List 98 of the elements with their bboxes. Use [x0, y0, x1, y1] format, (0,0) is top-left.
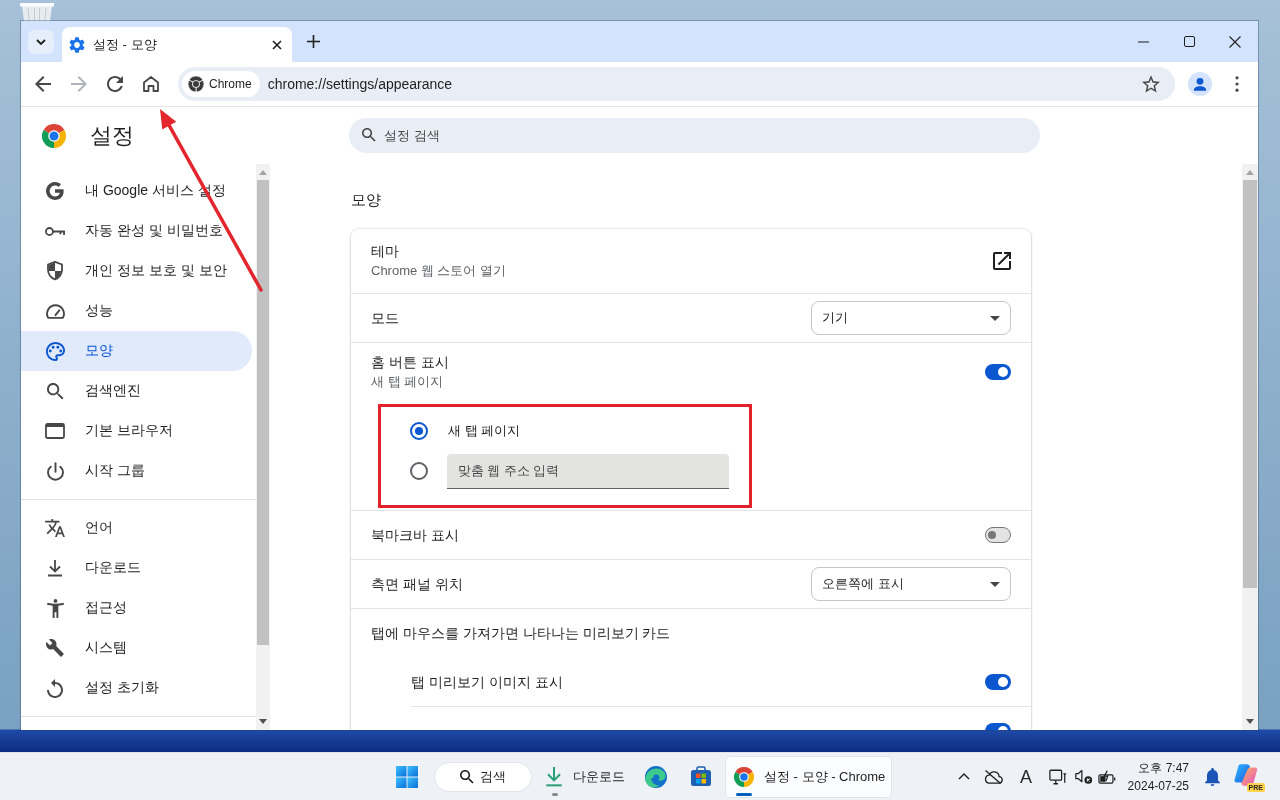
search-icon: [460, 769, 474, 784]
sidebar-item[interactable]: 기본 브라우저: [21, 411, 252, 451]
windows-logo-icon: [396, 765, 418, 788]
taskbar-app[interactable]: 다운로드: [537, 756, 631, 797]
home-icon: [143, 76, 159, 92]
browser-tab[interactable]: 설정 - 모양: [62, 27, 292, 62]
scroll-down-icon[interactable]: [259, 719, 267, 724]
copilot-icon: [1234, 763, 1258, 786]
download-arrow-icon: [545, 766, 563, 787]
setting-description: 새 탭 페이지: [371, 373, 444, 391]
chrome-logo-icon: [734, 766, 754, 787]
star-icon: [1142, 75, 1160, 93]
chevron-up-icon[interactable]: [958, 773, 970, 780]
site-chip[interactable]: Chrome: [182, 71, 260, 97]
tab-search-button[interactable]: [28, 29, 54, 54]
edge-icon: [645, 765, 667, 788]
setting-label: 측면 패널 위치: [371, 575, 463, 594]
setting-label: 홈 버튼 표시: [371, 353, 449, 372]
clock-time[interactable]: 오후 7:47: [1138, 758, 1189, 777]
section-heading: 모양: [351, 190, 381, 210]
search-field[interactable]: 설정 검색: [349, 118, 1040, 153]
sidebar-item[interactable]: 개인 정보 보호 및 보안: [21, 251, 252, 291]
sidebar-item[interactable]: 언어: [21, 508, 252, 548]
recycle-bin-icon: [19, 3, 55, 21]
setting-label: 모드: [371, 309, 399, 328]
wrench-icon: [46, 639, 64, 657]
minimize-icon: [1137, 40, 1149, 43]
toggle-switch[interactable]: [985, 527, 1011, 543]
caret-down-icon: [990, 581, 1000, 587]
close-icon: [272, 39, 282, 50]
avatar-icon: [1188, 72, 1212, 96]
taskbar-search[interactable]: 검색: [434, 761, 532, 792]
chrome-logo-icon: [188, 76, 204, 92]
close-icon: [1229, 35, 1241, 48]
profile-button[interactable]: [1188, 72, 1212, 96]
scroll-down-icon[interactable]: [1246, 719, 1254, 724]
sidebar-item[interactable]: 자동 완성 및 비밀번호: [21, 211, 252, 251]
battery-icon[interactable]: [1098, 769, 1117, 784]
bell-icon[interactable]: [1205, 767, 1220, 786]
external-link-icon[interactable]: [993, 252, 1011, 270]
input-mode-indicator[interactable]: A: [1020, 766, 1032, 787]
accessibility-icon: [46, 598, 64, 618]
search-icon: [46, 382, 64, 400]
caret-down-icon: [990, 315, 1000, 321]
dropdown[interactable]: 오른쪽에 표시: [811, 567, 1011, 601]
sidebar-item[interactable]: 시작 그룹: [21, 451, 252, 491]
power-icon: [46, 461, 64, 481]
store-icon: [690, 766, 712, 787]
toggle-switch[interactable]: [985, 673, 1011, 690]
cloud-off-icon[interactable]: [984, 768, 1003, 785]
radio-label: 새 탭 페이지: [448, 422, 521, 440]
palette-icon: [45, 341, 65, 361]
scrollbar-thumb[interactable]: [1243, 180, 1257, 588]
clock-date[interactable]: 2024-07-25: [1127, 776, 1189, 795]
monitor-icon[interactable]: [1049, 768, 1067, 785]
setting-label: 탭 미리보기 이미지 표시: [411, 672, 563, 692]
page-title: 설정: [90, 121, 134, 150]
sidebar-item[interactable]: 설정 초기화: [21, 668, 252, 708]
plus-icon: [306, 35, 320, 48]
download-icon: [47, 559, 63, 577]
reload-icon: [107, 76, 123, 92]
setting-label: 테마: [371, 242, 399, 261]
back-arrow-icon: [35, 76, 51, 92]
forward-arrow-icon: [71, 76, 87, 92]
translate-icon: [45, 519, 65, 537]
shield-icon: [47, 261, 63, 281]
search-icon: [362, 128, 376, 142]
chrome-logo-icon: [42, 123, 66, 148]
sidebar-item[interactable]: 성능: [21, 291, 252, 331]
url-input-field[interactable]: 맞춤 웹 주소 입력: [447, 453, 729, 489]
bookmark-button[interactable]: [1141, 74, 1161, 94]
setting-label: 북마크바 표시: [371, 526, 459, 545]
radio-button[interactable]: [410, 422, 428, 440]
sidebar-item[interactable]: 모양: [21, 331, 252, 371]
key-icon: [45, 226, 65, 236]
caret-down-icon: [36, 38, 46, 45]
speaker-muted-icon[interactable]: [1075, 768, 1093, 785]
toggle-switch[interactable]: [985, 364, 1011, 380]
scrollbar[interactable]: [256, 164, 270, 730]
scrollbar[interactable]: [1242, 164, 1258, 730]
reset-icon: [47, 678, 63, 698]
taskbar-app[interactable]: 설정 - 모양 - Chrome: [726, 756, 892, 797]
scrollbar-thumb[interactable]: [257, 180, 269, 645]
google-g-icon: [46, 182, 64, 200]
gauge-icon: [45, 303, 65, 319]
kebab-menu-icon: [1235, 76, 1239, 92]
address-bar[interactable]: Chrome chrome://settings/appearance: [178, 67, 1175, 101]
dropdown[interactable]: 기기: [811, 301, 1011, 335]
sidebar-item[interactable]: 다운로드: [21, 548, 252, 588]
setting-label: 탭에 마우스를 가져가면 나타나는 미리보기 카드: [371, 624, 671, 643]
gear-icon: [69, 36, 85, 53]
sidebar-item[interactable]: 시스템: [21, 628, 252, 668]
sidebar-item[interactable]: 접근성: [21, 588, 252, 628]
browser-window-icon: [45, 423, 65, 439]
setting-description: Chrome 웹 스토어 열기: [371, 262, 507, 280]
sidebar-item[interactable]: 검색엔진: [21, 371, 252, 411]
radio-button[interactable]: [410, 462, 428, 480]
maximize-icon: [1183, 36, 1195, 47]
